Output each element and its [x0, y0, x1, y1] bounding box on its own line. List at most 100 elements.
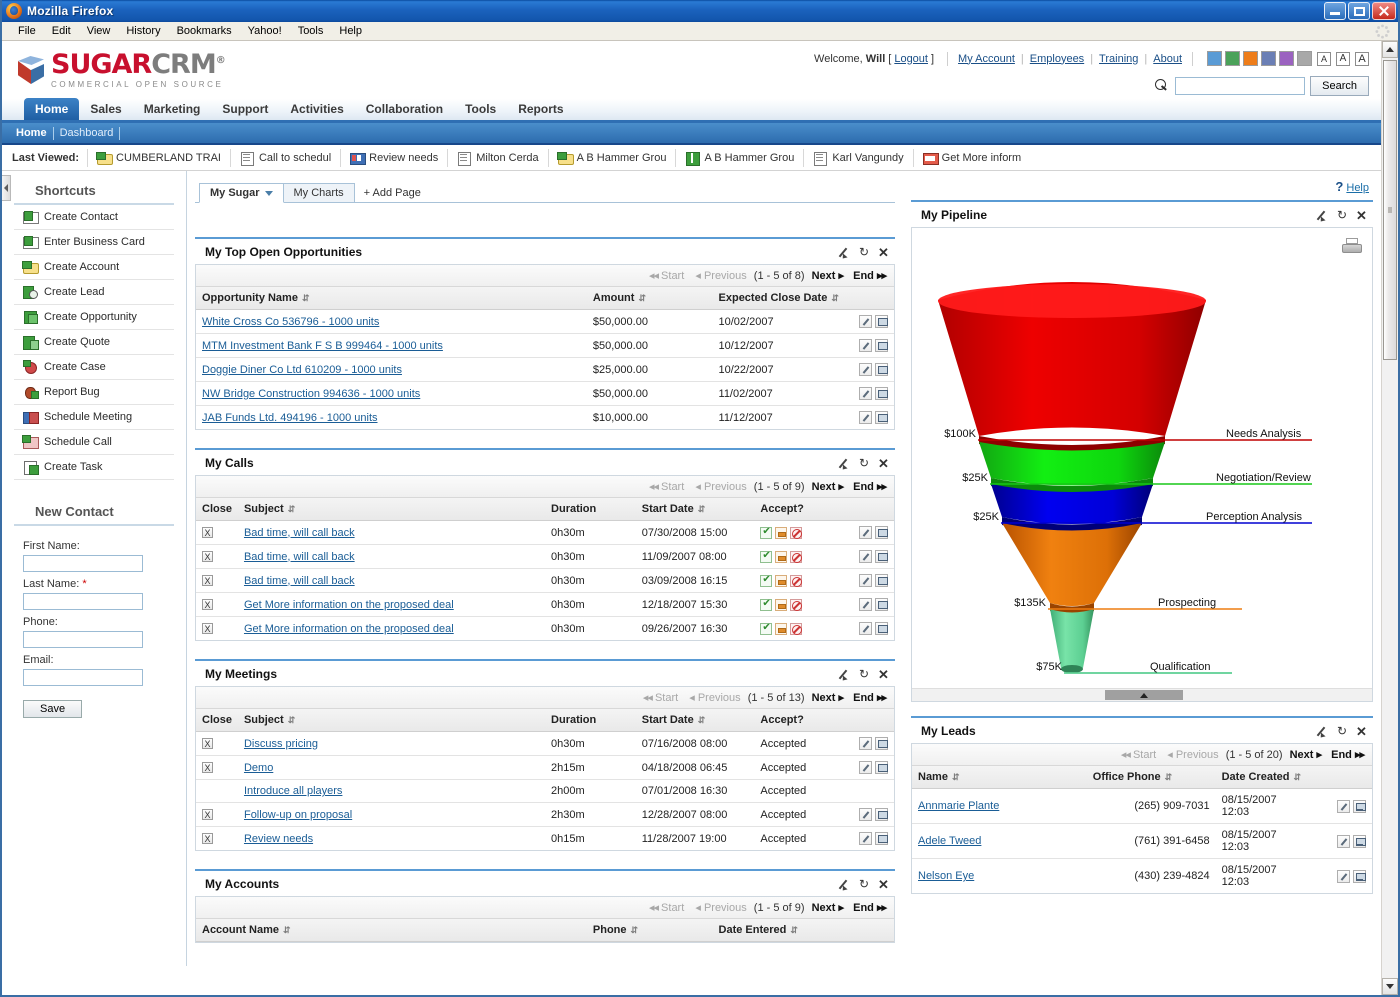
meeting-link[interactable]: Follow-up on proposal: [244, 809, 352, 821]
lead-link[interactable]: Nelson Eye: [918, 870, 974, 882]
tab-my-charts[interactable]: My Charts: [283, 183, 355, 202]
last-viewed-item[interactable]: Karl Vangundy: [803, 149, 912, 167]
row-preview-icon[interactable]: [875, 363, 888, 376]
pager-end[interactable]: End: [1331, 749, 1352, 761]
col-amount[interactable]: Amount⇵: [587, 287, 713, 310]
row-edit-icon[interactable]: [859, 363, 872, 376]
accept-icon[interactable]: [760, 575, 772, 587]
email-field[interactable]: [23, 669, 143, 686]
pager-previous[interactable]: Previous: [698, 692, 741, 704]
about-link[interactable]: About: [1153, 53, 1182, 65]
add-page-button[interactable]: + Add Page: [354, 184, 431, 202]
pager-next[interactable]: Next: [1290, 749, 1314, 761]
row-preview-icon[interactable]: [875, 550, 888, 563]
row-preview-icon[interactable]: [875, 808, 888, 821]
scrollbar-thumb[interactable]: [1383, 60, 1397, 360]
col-subject[interactable]: Subject⇵: [238, 498, 545, 521]
search-input[interactable]: [1175, 77, 1305, 95]
row-edit-icon[interactable]: [1337, 835, 1350, 848]
row-edit-icon[interactable]: [859, 411, 872, 424]
close-row-button[interactable]: X: [202, 551, 213, 562]
sidebar-item-create-lead[interactable]: Create Lead: [14, 280, 174, 305]
save-button[interactable]: Save: [23, 700, 82, 718]
decline-icon[interactable]: [790, 599, 802, 611]
edit-icon[interactable]: [840, 668, 853, 681]
sidebar-item-create-case[interactable]: Create Case: [14, 355, 174, 380]
page-vertical-scrollbar[interactable]: [1381, 41, 1398, 995]
pager-start[interactable]: Start: [655, 692, 678, 704]
call-link[interactable]: Bad time, will call back: [244, 575, 355, 587]
last-viewed-item[interactable]: A B Hammer Grou: [548, 149, 676, 167]
meeting-link[interactable]: Discuss pricing: [244, 738, 318, 750]
opportunity-link[interactable]: White Cross Co 536796 - 1000 units: [202, 316, 379, 328]
sidebar-item-enter-business-card[interactable]: Enter Business Card: [14, 230, 174, 255]
accept-icon[interactable]: [760, 623, 772, 635]
last-viewed-item[interactable]: Milton Cerda: [447, 149, 547, 167]
col-expected-close-date[interactable]: Expected Close Date⇵: [713, 287, 853, 310]
pager-end[interactable]: End: [853, 270, 874, 282]
col-start-date[interactable]: Start Date⇵: [636, 709, 755, 732]
training-link[interactable]: Training: [1099, 53, 1138, 65]
close-button[interactable]: [1372, 2, 1396, 20]
tentative-icon[interactable]: [775, 575, 787, 587]
pager-start[interactable]: Start: [1133, 749, 1156, 761]
row-preview-icon[interactable]: [875, 526, 888, 539]
refresh-icon[interactable]: ↻: [859, 457, 872, 470]
row-preview-icon[interactable]: [1353, 835, 1366, 848]
col-subject[interactable]: Subject⇵: [238, 709, 545, 732]
call-link[interactable]: Bad time, will call back: [244, 551, 355, 563]
employees-link[interactable]: Employees: [1030, 53, 1084, 65]
tentative-icon[interactable]: [775, 527, 787, 539]
close-icon[interactable]: ✕: [878, 457, 891, 470]
sidebar-item-report-bug[interactable]: Report Bug: [14, 380, 174, 405]
theme-swatch-purple[interactable]: [1279, 51, 1294, 66]
pager-end[interactable]: End: [853, 692, 874, 704]
col-office-phone[interactable]: Office Phone⇵: [1087, 766, 1216, 789]
last-name-field[interactable]: [23, 593, 143, 610]
opportunity-link[interactable]: NW Bridge Construction 994636 - 1000 uni…: [202, 388, 420, 400]
font-size-small-button[interactable]: A: [1317, 52, 1331, 66]
row-edit-icon[interactable]: [1337, 870, 1350, 883]
tentative-icon[interactable]: [775, 623, 787, 635]
row-edit-icon[interactable]: [859, 387, 872, 400]
row-preview-icon[interactable]: [875, 387, 888, 400]
accept-icon[interactable]: [760, 551, 772, 563]
last-viewed-item[interactable]: Get More inform: [913, 149, 1030, 167]
theme-swatch-gray[interactable]: [1297, 51, 1312, 66]
logout-link[interactable]: Logout: [894, 53, 928, 65]
col-name[interactable]: Name⇵: [912, 766, 1087, 789]
pager-previous[interactable]: Previous: [704, 902, 747, 914]
theme-swatch-blue[interactable]: [1207, 51, 1222, 66]
font-size-medium-button[interactable]: A: [1336, 52, 1350, 66]
search-button[interactable]: Search: [1310, 76, 1369, 96]
close-icon[interactable]: ✕: [878, 246, 891, 259]
decline-icon[interactable]: [790, 575, 802, 587]
row-edit-icon[interactable]: [859, 339, 872, 352]
accept-icon[interactable]: [760, 527, 772, 539]
edit-icon[interactable]: [840, 246, 853, 259]
scroll-down-button[interactable]: [1382, 978, 1398, 995]
meeting-link[interactable]: Introduce all players: [244, 785, 342, 797]
row-preview-icon[interactable]: [875, 574, 888, 587]
call-link[interactable]: Get More information on the proposed dea…: [244, 623, 454, 635]
pager-next[interactable]: Next: [812, 270, 836, 282]
pager-start[interactable]: Start: [661, 481, 684, 493]
row-preview-icon[interactable]: [875, 339, 888, 352]
sidebar-item-create-account[interactable]: Create Account: [14, 255, 174, 280]
lead-link[interactable]: Adele Tweed: [918, 835, 981, 847]
decline-icon[interactable]: [790, 623, 802, 635]
row-edit-icon[interactable]: [859, 737, 872, 750]
menu-help[interactable]: Help: [331, 23, 370, 39]
tab-support[interactable]: Support: [211, 98, 279, 120]
close-row-button[interactable]: X: [202, 527, 213, 538]
refresh-icon[interactable]: ↻: [1337, 209, 1350, 222]
menu-history[interactable]: History: [118, 23, 168, 39]
row-edit-icon[interactable]: [859, 808, 872, 821]
tab-activities[interactable]: Activities: [279, 98, 354, 120]
sidebar-item-create-task[interactable]: Create Task: [14, 455, 174, 480]
refresh-icon[interactable]: ↻: [859, 246, 872, 259]
pager-next[interactable]: Next: [812, 692, 836, 704]
edit-icon[interactable]: [840, 878, 853, 891]
tab-tools[interactable]: Tools: [454, 98, 507, 120]
sidebar-item-create-contact[interactable]: Create Contact: [14, 205, 174, 230]
